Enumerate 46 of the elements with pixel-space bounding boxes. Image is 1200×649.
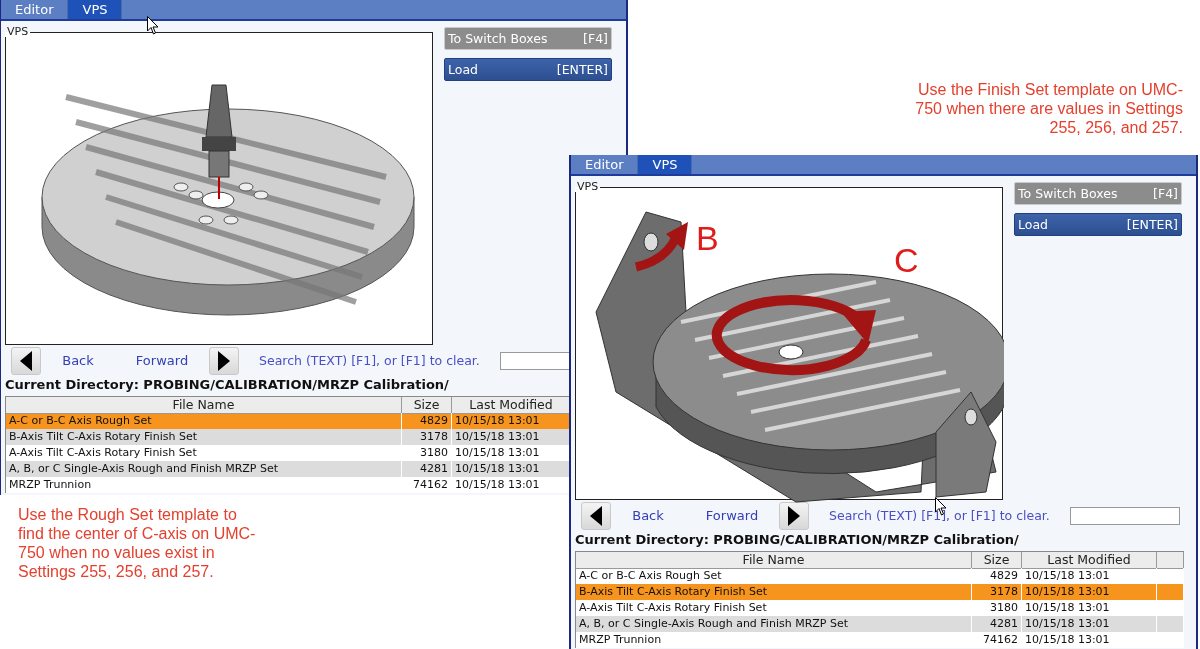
forward-arrow-icon bbox=[218, 350, 230, 371]
action-button[interactable]: Load [ENTER] bbox=[444, 58, 612, 81]
file-row[interactable]: A, B, or C Single-Axis Rough and Finish MRZP Set 4281 10/15/18 13:01 bbox=[6, 461, 571, 477]
file-name-cell: MRZP Trunnion bbox=[6, 477, 402, 493]
size-cell: 74162 bbox=[972, 632, 1022, 648]
back-button[interactable] bbox=[581, 501, 611, 530]
file-row[interactable]: B-Axis Tilt C-Axis Rotary Finish Set 3178 10/15/18 13:01 bbox=[6, 429, 571, 445]
current-directory: Current Directory: PROBING/CALIBRATION/MRZP Calibration/ bbox=[575, 533, 1020, 547]
file-row[interactable]: A, B, or C Single-Axis Rough and Finish MRZP Set 4281 10/15/18 13:01 bbox=[576, 616, 1184, 632]
annotation-text: Use the Rough Set template to find the center of C-axis on UMC- 750 when no values exist in Settings 255, 256, and 257. bbox=[18, 505, 257, 581]
column-header[interactable]: File Name bbox=[576, 552, 972, 569]
annotation-text: Use the Finish Set template on UMC- 750 when there are values in Settings 255, 256, and 257. bbox=[914, 80, 1183, 137]
column-header[interactable]: Last Modified bbox=[452, 397, 571, 414]
column-header[interactable]: Last Modified bbox=[1022, 552, 1157, 569]
forward-button[interactable] bbox=[779, 501, 809, 530]
back-link[interactable]: Back bbox=[41, 353, 115, 368]
panel-title: VPS bbox=[576, 182, 600, 192]
column-header[interactable]: Size bbox=[402, 397, 452, 414]
tab[interactable]: VPS bbox=[638, 155, 693, 174]
rotation-arrow-icon bbox=[711, 295, 876, 375]
action-button[interactable]: Load [ENTER] bbox=[1014, 213, 1182, 236]
forward-link[interactable]: Forward bbox=[685, 508, 779, 523]
axis-label: B bbox=[696, 219, 719, 257]
forward-arrow-icon bbox=[788, 505, 800, 526]
back-arrow-icon bbox=[20, 350, 32, 371]
column-header[interactable]: Size bbox=[972, 552, 1022, 569]
panel-title: VPS bbox=[6, 27, 30, 37]
column-header[interactable]: File Name bbox=[6, 397, 402, 414]
modified-cell: 10/15/18 13:01 bbox=[1022, 632, 1157, 648]
search-field[interactable] bbox=[1069, 506, 1180, 525]
search-hint: Search (TEXT) [F1], or [F1] to clear. bbox=[829, 508, 1050, 523]
file-row[interactable]: B-Axis Tilt C-Axis Rotary Finish Set 3178 10/15/18 13:01 bbox=[576, 584, 1184, 600]
forward-button[interactable] bbox=[209, 346, 239, 375]
forward-link[interactable]: Forward bbox=[115, 353, 209, 368]
back-link[interactable]: Back bbox=[611, 508, 685, 523]
size-cell: 74162 bbox=[402, 477, 452, 493]
tilt-arrow-icon bbox=[634, 222, 688, 272]
tab[interactable]: VPS bbox=[68, 0, 123, 19]
file-name-cell: MRZP Trunnion bbox=[576, 632, 972, 648]
back-button[interactable] bbox=[11, 346, 41, 375]
current-directory: Current Directory: PROBING/CALIBRATION/MRZP Calibration/ bbox=[5, 378, 450, 392]
search-field[interactable] bbox=[499, 351, 571, 370]
axis-label: C bbox=[894, 241, 919, 279]
search-hint: Search (TEXT) [F1], or [F1] to clear. bbox=[259, 353, 480, 368]
column-header bbox=[1157, 552, 1184, 569]
back-arrow-icon bbox=[590, 505, 602, 526]
